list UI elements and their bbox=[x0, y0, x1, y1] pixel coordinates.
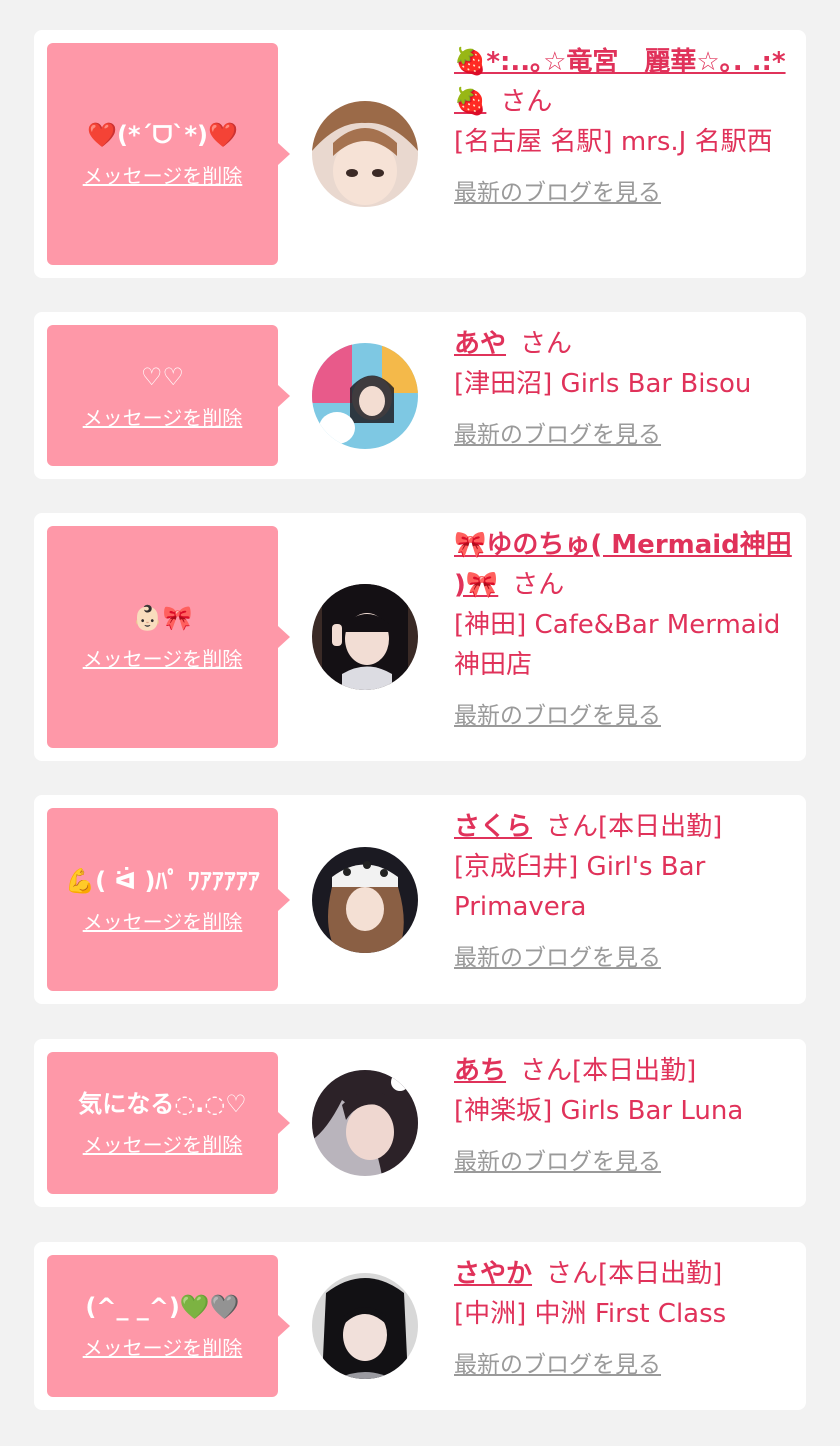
profile-info: あや さん [津田沼] Girls Bar Bisou 最新のブログを見る bbox=[454, 324, 794, 450]
delete-message-link[interactable]: メッセージを削除 bbox=[83, 163, 243, 189]
avatar-photo-icon bbox=[312, 584, 418, 690]
message-card: 気になる◌.◌♡ メッセージを削除 あち さん[本日出勤] [神楽坂] Girls… bbox=[34, 1039, 806, 1207]
message-card: 👶🏻🎀 メッセージを削除 🎀ゆのちゅ( Mermaid神田 )🎀 さん [神田] … bbox=[34, 513, 806, 761]
profile-name-link[interactable]: あや bbox=[454, 329, 506, 359]
latest-blog-link[interactable]: 最新のブログを見る bbox=[454, 178, 794, 208]
latest-blog-link[interactable]: 最新のブログを見る bbox=[454, 943, 794, 973]
avatar[interactable] bbox=[312, 584, 418, 690]
avatar[interactable] bbox=[312, 1070, 418, 1176]
avatar-photo-icon bbox=[312, 1273, 418, 1379]
message-bubble: 👶🏻🎀 メッセージを削除 bbox=[47, 526, 290, 748]
profile-name-link[interactable]: さくら bbox=[454, 812, 532, 842]
profile-name-link[interactable]: さやか bbox=[454, 1259, 532, 1289]
attendance-tag: [本日出勤] bbox=[598, 812, 723, 842]
latest-blog-link[interactable]: 最新のブログを見る bbox=[454, 420, 794, 450]
message-bubble: 💪( ᐛ )ﾊﾟ ﾜｱｱｱｱｱ メッセージを削除 bbox=[47, 808, 290, 991]
avatar[interactable] bbox=[312, 847, 418, 953]
latest-blog-link[interactable]: 最新のブログを見る bbox=[454, 1147, 794, 1177]
message-bubble: ❤️(*´ᗜ`*)❤️ メッセージを削除 bbox=[47, 43, 290, 265]
latest-blog-link[interactable]: 最新のブログを見る bbox=[454, 701, 794, 731]
honorific: さん bbox=[546, 1259, 599, 1289]
avatar[interactable] bbox=[312, 1273, 418, 1379]
profile-info: 🍓*:..｡☆竜宮 麗華☆｡. .:*🍓 さん [名古屋 名駅] mrs.J 名駅… bbox=[454, 42, 794, 208]
message-text: (^_ _^)💚🩶 bbox=[85, 1293, 240, 1321]
message-text: ❤️(*´ᗜ`*)❤️ bbox=[87, 121, 238, 149]
attendance-tag: [本日出勤] bbox=[598, 1259, 723, 1289]
profile-name-link[interactable]: あち bbox=[454, 1056, 506, 1086]
shop-name: [京成臼井] Girl's Bar Primavera bbox=[454, 852, 706, 922]
message-text: ♡♡ bbox=[140, 362, 185, 391]
message-bubble: 気になる◌.◌♡ メッセージを削除 bbox=[47, 1052, 290, 1194]
message-text: 👶🏻🎀 bbox=[132, 604, 193, 632]
message-card: ❤️(*´ᗜ`*)❤️ メッセージを削除 🍓*:..｡☆竜宮 麗華☆｡. .:*… bbox=[34, 30, 806, 278]
message-card: ♡♡ メッセージを削除 あや さん [津田沼] Girls Bar Bisou 最… bbox=[34, 312, 806, 479]
avatar[interactable] bbox=[312, 343, 418, 449]
honorific: さん bbox=[546, 812, 599, 842]
attendance-tag: [本日出勤] bbox=[572, 1056, 697, 1086]
shop-name: [神田] Cafe&Bar Mermaid 神田店 bbox=[454, 610, 781, 680]
avatar-photo-icon bbox=[312, 847, 418, 953]
profile-name-link[interactable]: 🎀ゆのちゅ( Mermaid神田 )🎀 bbox=[454, 530, 792, 600]
message-text: 気になる◌.◌♡ bbox=[78, 1090, 247, 1118]
honorific: さん bbox=[512, 570, 565, 600]
profile-info: あち さん[本日出勤] [神楽坂] Girls Bar Luna 最新のブログを見… bbox=[454, 1051, 794, 1177]
profile-info: さやか さん[本日出勤] [中洲] 中洲 First Class 最新のブログを見… bbox=[454, 1254, 794, 1380]
avatar-photo-icon bbox=[312, 343, 418, 449]
profile-info: さくら さん[本日出勤] [京成臼井] Girl's Bar Primavera … bbox=[454, 807, 794, 973]
honorific: さん bbox=[500, 87, 553, 117]
message-card: (^_ _^)💚🩶 メッセージを削除 さやか さん[本日出勤] [中洲] 中洲 F… bbox=[34, 1242, 806, 1410]
delete-message-link[interactable]: メッセージを削除 bbox=[83, 909, 243, 935]
shop-name: [名古屋 名駅] mrs.J 名駅西 bbox=[454, 127, 773, 157]
message-card: 💪( ᐛ )ﾊﾟ ﾜｱｱｱｱｱ メッセージを削除 さくら さん[本日出勤] [京成… bbox=[34, 795, 806, 1004]
message-bubble: (^_ _^)💚🩶 メッセージを削除 bbox=[47, 1255, 290, 1397]
shop-name: [神楽坂] Girls Bar Luna bbox=[454, 1096, 744, 1126]
shop-name: [中洲] 中洲 First Class bbox=[454, 1299, 727, 1329]
honorific: さん bbox=[520, 329, 573, 359]
latest-blog-link[interactable]: 最新のブログを見る bbox=[454, 1350, 794, 1380]
avatar-photo-icon bbox=[312, 101, 418, 207]
honorific: さん bbox=[520, 1056, 573, 1086]
delete-message-link[interactable]: メッセージを削除 bbox=[83, 646, 243, 672]
delete-message-link[interactable]: メッセージを削除 bbox=[83, 1132, 243, 1158]
delete-message-link[interactable]: メッセージを削除 bbox=[83, 1335, 243, 1361]
message-text: 💪( ᐛ )ﾊﾟ ﾜｱｱｱｱｱ bbox=[65, 866, 260, 895]
avatar[interactable] bbox=[312, 101, 418, 207]
profile-info: 🎀ゆのちゅ( Mermaid神田 )🎀 さん [神田] Cafe&Bar Merm… bbox=[454, 525, 794, 731]
message-bubble: ♡♡ メッセージを削除 bbox=[47, 325, 290, 466]
delete-message-link[interactable]: メッセージを削除 bbox=[83, 405, 243, 431]
shop-name: [津田沼] Girls Bar Bisou bbox=[454, 369, 752, 399]
avatar-photo-icon bbox=[312, 1070, 418, 1176]
